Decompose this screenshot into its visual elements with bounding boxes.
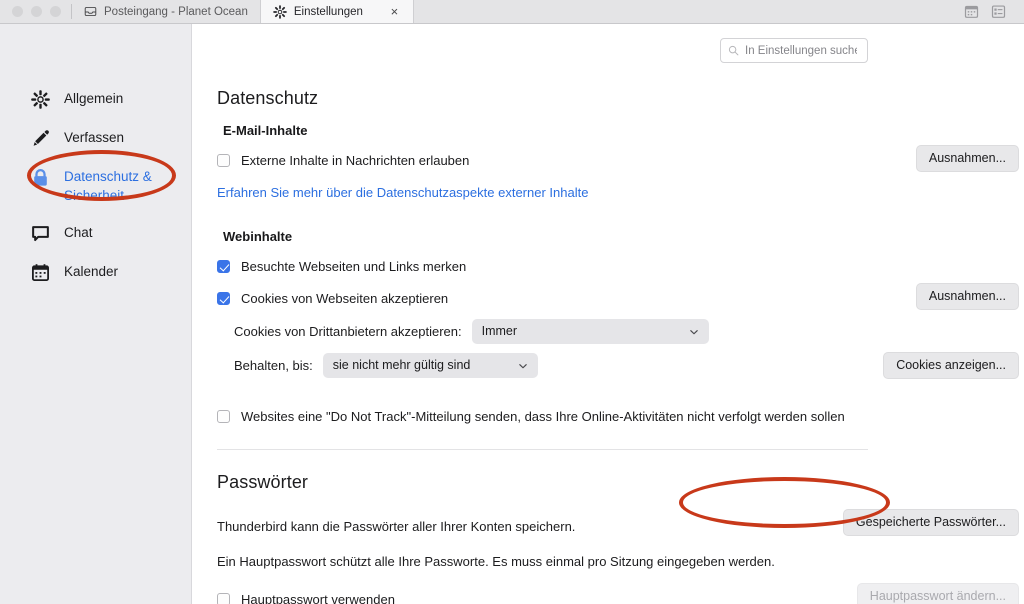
tab-bar: Posteingang - Planet Ocean Einstellungen…: [0, 0, 1024, 24]
tab-posteingang[interactable]: Posteingang - Planet Ocean: [72, 0, 260, 23]
keep-until-label: Behalten, bis:: [234, 358, 313, 373]
inbox-icon: [84, 5, 97, 18]
gear-icon: [273, 4, 287, 19]
remote-content-exceptions-button[interactable]: Ausnahmen...: [915, 145, 1019, 172]
tabbar-spacer: [414, 0, 964, 23]
sidebar-item-kalender[interactable]: Kalender: [0, 253, 192, 292]
keep-until-select[interactable]: sie nicht mehr gültig sind: [322, 353, 538, 378]
accept-cookies-checkbox[interactable]: [217, 291, 230, 305]
page-title: Datenschutz: [217, 88, 319, 108]
subsection-web-content-title: Webinhalte: [223, 229, 293, 244]
sidebar-item-datenschutz-sicherheit[interactable]: Datenschutz & Sicherheit: [0, 158, 192, 214]
change-master-password-button[interactable]: Hauptpasswort ändern...: [856, 583, 1019, 604]
tab-label: Einstellungen: [293, 5, 363, 18]
row-use-master-password: Hauptpasswort verwenden: [217, 588, 897, 604]
chevron-down-icon: [518, 361, 528, 371]
tab-label: Posteingang - Planet Ocean: [104, 5, 248, 18]
search-input[interactable]: [745, 44, 857, 57]
row-keep-until: Behalten, bis: sie nicht mehr gültig sin…: [217, 353, 897, 378]
use-master-password-label: Hauptpasswort verwenden: [241, 591, 395, 604]
zoom-window-button[interactable]: [50, 6, 61, 17]
row-learn-more: Erfahren Sie mehr über die Datenschutzas…: [217, 181, 897, 203]
sidebar-item-label: Datenschutz & Sicherheit: [64, 169, 152, 203]
privacy-pane: Datenschutz E-Mail-Inhalte Externe Inhal…: [217, 88, 1019, 604]
sidebar-item-label: Allgemein: [64, 91, 124, 106]
settings-window: Posteingang - Planet Ocean Einstellungen…: [0, 0, 1024, 604]
do-not-track-checkbox[interactable]: [217, 409, 230, 423]
sidebar: Allgemein Verfassen Datenschutz & Sicher…: [0, 24, 192, 604]
cookies-exceptions-button[interactable]: Ausnahmen...: [915, 283, 1019, 310]
calendar-icon[interactable]: [964, 4, 979, 19]
sidebar-item-label: Verfassen: [64, 130, 125, 145]
search-container: [720, 38, 868, 63]
window-traffic-lights: [0, 0, 71, 23]
sidebar-item-label: Chat: [64, 225, 93, 240]
minimize-window-button[interactable]: [31, 6, 42, 17]
tabbar-toolbar: [964, 0, 1024, 23]
chat-bubble-icon: [30, 223, 51, 244]
keep-until-value: sie nicht mehr gültig sind: [332, 358, 471, 372]
sidebar-item-label: Kalender: [64, 264, 119, 279]
allow-remote-content-label: Externe Inhalte in Nachrichten erlauben: [241, 152, 470, 168]
sidebar-nav: Allgemein Verfassen Datenschutz & Sicher…: [0, 80, 192, 292]
tasks-icon[interactable]: [991, 4, 1006, 19]
third-party-cookies-value: Immer: [481, 324, 518, 338]
lock-icon: [30, 167, 51, 188]
remember-history-label: Besuchte Webseiten und Links merken: [241, 258, 467, 274]
accept-cookies-label: Cookies von Webseiten akzeptieren: [241, 290, 449, 306]
remember-history-checkbox[interactable]: [217, 259, 230, 273]
allow-remote-content-checkbox[interactable]: [217, 153, 230, 167]
row-remember-history: Besuchte Webseiten und Links merken: [217, 255, 897, 277]
close-icon[interactable]: ×: [388, 5, 401, 18]
search-icon: [728, 45, 739, 56]
saved-passwords-button[interactable]: Gespeicherte Passwörter...: [842, 509, 1019, 536]
search-box[interactable]: [720, 38, 868, 63]
do-not-track-label: Websites eine "Do Not Track"-Mitteilung …: [241, 408, 845, 424]
row-third-party-cookies: Cookies von Drittanbietern akzeptieren: …: [217, 319, 897, 344]
pencil-icon: [30, 128, 51, 149]
passwords-title: Passwörter: [217, 472, 309, 492]
row-accept-cookies: Cookies von Webseiten akzeptieren: [217, 287, 897, 309]
subsection-email-content-title: E-Mail-Inhalte: [223, 123, 308, 138]
row-do-not-track: Websites eine "Do Not Track"-Mitteilung …: [217, 405, 897, 427]
settings-content: Datenschutz E-Mail-Inhalte Externe Inhal…: [192, 24, 1024, 604]
master-password-description: Ein Hauptpasswort schützt alle Ihre Pass…: [217, 554, 775, 569]
section-divider: [217, 449, 868, 450]
show-cookies-button[interactable]: Cookies anzeigen...: [883, 352, 1019, 379]
use-master-password-checkbox[interactable]: [217, 592, 230, 604]
calendar-icon: [30, 262, 51, 283]
gear-icon: [30, 89, 51, 110]
chevron-down-icon: [689, 327, 699, 337]
third-party-cookies-select[interactable]: Immer: [471, 319, 709, 344]
sidebar-item-chat[interactable]: Chat: [0, 214, 192, 253]
tab-einstellungen[interactable]: Einstellungen ×: [259, 0, 414, 23]
passwords-description: Thunderbird kann die Passwörter aller Ih…: [217, 519, 576, 534]
row-allow-remote-content: Externe Inhalte in Nachrichten erlauben: [217, 149, 897, 171]
learn-more-link[interactable]: Erfahren Sie mehr über die Datenschutzas…: [217, 185, 588, 200]
close-window-button[interactable]: [12, 6, 23, 17]
sidebar-item-allgemein[interactable]: Allgemein: [0, 80, 192, 119]
sidebar-item-verfassen[interactable]: Verfassen: [0, 119, 192, 158]
third-party-cookies-label: Cookies von Drittanbietern akzeptieren:: [234, 324, 462, 339]
